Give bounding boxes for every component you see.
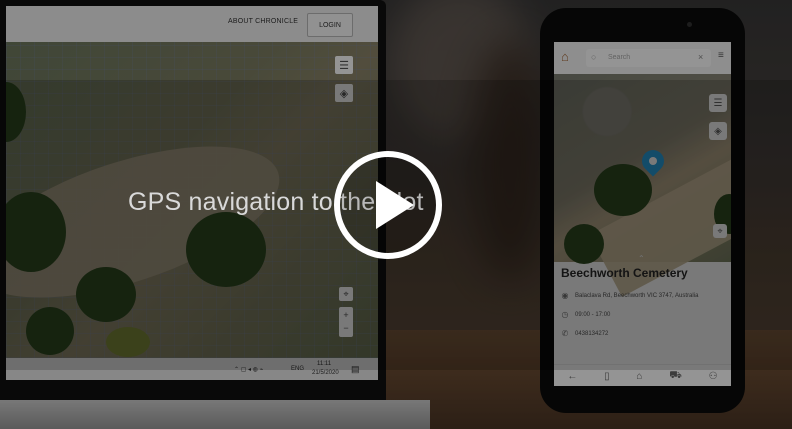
play-button-icon[interactable]: [333, 150, 443, 260]
video-thumbnail[interactable]: ABOUT CHRONICLE LOGIN ☰ ◈ ⌖ + − ⌃ ▢ ◂ ◍ ⌁…: [0, 0, 792, 429]
